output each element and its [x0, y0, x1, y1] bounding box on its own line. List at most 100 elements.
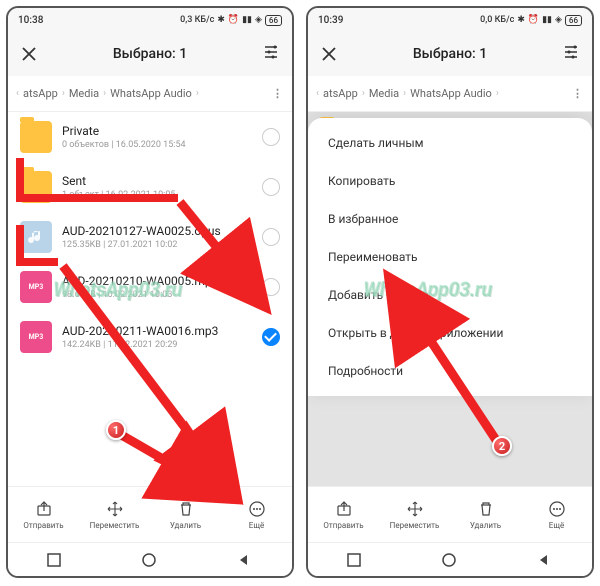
step-marker-2: 2 — [492, 436, 512, 456]
breadcrumb-part[interactable]: Media — [69, 87, 99, 100]
settings-icon[interactable] — [262, 43, 280, 65]
signal-icon: ▮▮ — [242, 15, 252, 25]
alarm-icon: ⏰ — [228, 15, 239, 25]
select-radio[interactable] — [262, 128, 280, 146]
phone-left: 10:38 0,3 КБ/с ✱ ⏰ ▮▮ ◈ 66 Выбрано: 1 ‹ … — [6, 6, 294, 578]
close-icon[interactable] — [320, 45, 338, 63]
action-sheet: Сделать личным Копировать В избранное Пе… — [308, 118, 592, 396]
folder-icon — [20, 171, 52, 203]
nav-home-icon[interactable] — [142, 552, 158, 568]
status-time: 10:39 — [318, 15, 343, 26]
status-speed: 0,0 КБ/с — [480, 15, 514, 25]
sheet-archive[interactable]: Добавить в архив — [308, 276, 592, 314]
settings-icon[interactable] — [562, 43, 580, 65]
wifi-icon: ◈ — [255, 15, 262, 25]
chevron-right-icon: › — [103, 88, 106, 99]
chevron-right-icon: › — [403, 88, 406, 99]
item-meta: 125.35KB | 27.01.2021 10:02 — [62, 240, 252, 250]
sheet-open-in-app[interactable]: Открыть в другом приложении — [308, 314, 592, 352]
more-icon[interactable]: ⋮ — [272, 87, 284, 100]
bottom-action-bar: Отправить Переместить Удалить Ещё — [8, 486, 292, 542]
select-radio[interactable] — [262, 278, 280, 296]
nav-recent-icon[interactable] — [347, 552, 363, 568]
nav-home-icon[interactable] — [442, 552, 458, 568]
button-label: Ещё — [549, 521, 564, 530]
mp3-icon: MP3 — [20, 271, 52, 303]
status-bar: 10:39 0,0 КБ/с ✱ ⏰ ▮▮ ◈ 66 — [308, 8, 592, 32]
button-label: Переместить — [90, 521, 140, 530]
item-meta: 98.69KB | 10.02.2021 10:03 — [62, 290, 252, 300]
breadcrumb-part[interactable]: atsApp — [23, 87, 58, 100]
select-radio[interactable] — [262, 228, 280, 246]
nav-recent-icon[interactable] — [47, 552, 63, 568]
chevron-left-icon[interactable]: ‹ — [316, 88, 319, 99]
file-list: Private 0 объектов | 16.05.2020 15:54 Se… — [8, 112, 292, 486]
select-radio-checked[interactable] — [262, 328, 280, 346]
folder-icon — [20, 121, 52, 153]
item-meta: 1 объект | 16.02.2021 10:05 — [62, 190, 252, 200]
bluetooth-icon: ✱ — [217, 15, 225, 25]
status-time: 10:38 — [18, 15, 43, 26]
selection-header: Выбрано: 1 — [308, 32, 592, 76]
battery-icon: 66 — [265, 15, 282, 26]
more-button[interactable]: Ещё — [521, 487, 592, 542]
send-button[interactable]: Отправить — [8, 487, 79, 542]
list-item[interactable]: MP3 AUD-20210211-WA0016.mp3 142.24KB | 1… — [8, 312, 292, 362]
sheet-copy[interactable]: Копировать — [308, 162, 592, 200]
chevron-right-icon: › — [62, 88, 65, 99]
bottom-action-bar: Отправить Переместить Удалить Ещё — [308, 486, 592, 542]
list-item[interactable]: Private 0 объектов | 16.05.2020 15:54 — [8, 112, 292, 162]
bluetooth-icon: ✱ — [517, 15, 525, 25]
system-nav — [8, 542, 292, 576]
chevron-right-icon: › — [196, 88, 199, 99]
list-item[interactable]: AUD-20210127-WA0025.opus 125.35KB | 27.0… — [8, 212, 292, 262]
header-title: Выбрано: 1 — [50, 46, 250, 62]
select-radio[interactable] — [262, 178, 280, 196]
move-button[interactable]: Переместить — [79, 487, 150, 542]
breadcrumb-part[interactable]: WhatsApp Audio — [110, 87, 192, 100]
selection-header: Выбрано: 1 — [8, 32, 292, 76]
item-name: Sent — [62, 174, 252, 188]
close-icon[interactable] — [20, 45, 38, 63]
button-label: Отправить — [323, 521, 363, 530]
chevron-right-icon: › — [362, 88, 365, 99]
breadcrumb-part[interactable]: WhatsApp Audio — [410, 87, 492, 100]
nav-back-icon[interactable] — [237, 552, 253, 568]
nav-back-icon[interactable] — [537, 552, 553, 568]
step-marker-1: 1 — [106, 420, 126, 440]
breadcrumb-part[interactable]: Media — [369, 87, 399, 100]
button-label: Удалить — [170, 521, 201, 530]
chevron-left-icon[interactable]: ‹ — [16, 88, 19, 99]
delete-button[interactable]: Удалить — [450, 487, 521, 542]
move-button[interactable]: Переместить — [379, 487, 450, 542]
item-name: AUD-20210210-WA0005.mp3 — [62, 274, 252, 288]
send-button[interactable]: Отправить — [308, 487, 379, 542]
breadcrumb[interactable]: ‹ atsApp › Media › WhatsApp Audio › ⋮ — [308, 76, 592, 112]
button-label: Отправить — [23, 521, 63, 530]
sheet-rename[interactable]: Переименовать — [308, 238, 592, 276]
button-label: Удалить — [470, 521, 501, 530]
more-button[interactable]: Ещё — [221, 487, 292, 542]
delete-button[interactable]: Удалить — [150, 487, 221, 542]
status-bar: 10:38 0,3 КБ/с ✱ ⏰ ▮▮ ◈ 66 — [8, 8, 292, 32]
chevron-right-icon: › — [496, 88, 499, 99]
sheet-make-private[interactable]: Сделать личным — [308, 124, 592, 162]
sheet-details[interactable]: Подробности — [308, 352, 592, 390]
phone-right: 10:39 0,0 КБ/с ✱ ⏰ ▮▮ ◈ 66 Выбрано: 1 ‹ … — [306, 6, 594, 578]
header-title: Выбрано: 1 — [350, 46, 550, 62]
audio-icon — [20, 221, 52, 253]
system-nav — [308, 542, 592, 576]
more-icon[interactable]: ⋮ — [572, 87, 584, 100]
list-item[interactable]: MP3 AUD-20210210-WA0005.mp3 98.69KB | 10… — [8, 262, 292, 312]
item-meta: 0 объектов | 16.05.2020 15:54 — [62, 140, 252, 150]
alarm-icon: ⏰ — [528, 15, 539, 25]
mp3-icon: MP3 — [20, 321, 52, 353]
file-list: Private 0 объектов | 16.05.2020 15:54 Se… — [308, 112, 592, 486]
wifi-icon: ◈ — [555, 15, 562, 25]
breadcrumb[interactable]: ‹ atsApp › Media › WhatsApp Audio › ⋮ — [8, 76, 292, 112]
sheet-favorite[interactable]: В избранное — [308, 200, 592, 238]
breadcrumb-part[interactable]: atsApp — [323, 87, 358, 100]
status-speed: 0,3 КБ/с — [180, 15, 214, 25]
item-name: AUD-20210211-WA0016.mp3 — [62, 324, 252, 338]
list-item[interactable]: Sent 1 объект | 16.02.2021 10:05 — [8, 162, 292, 212]
